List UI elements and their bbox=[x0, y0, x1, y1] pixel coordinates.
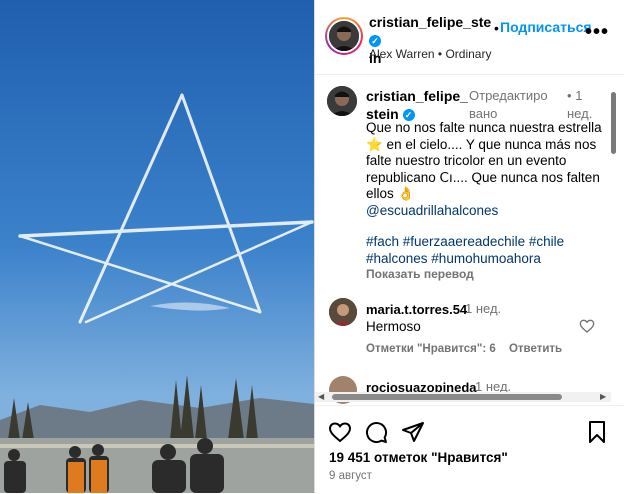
mention-link[interactable]: @escuadrillahalcones bbox=[366, 203, 498, 218]
comment-avatar[interactable] bbox=[329, 298, 357, 326]
comments-scroll-area[interactable]: cristian_felipe_ stein ✓ Отредактиро вано… bbox=[315, 75, 624, 405]
post-actions: 19 451 отметок "Нравится" 9 август bbox=[315, 405, 624, 494]
comment-icon[interactable] bbox=[364, 420, 388, 444]
audio-track[interactable]: Alex Warren • Ordinary bbox=[369, 47, 491, 61]
likes-count[interactable]: 19 451 отметок "Нравится" bbox=[329, 450, 508, 465]
scroll-left-icon[interactable]: ◀ bbox=[318, 392, 324, 401]
more-options-icon[interactable]: ••• bbox=[585, 22, 609, 42]
hashtags[interactable]: #fach #fuerzaaereadechile #chile #halcon… bbox=[366, 234, 616, 267]
share-icon[interactable] bbox=[401, 420, 425, 444]
post-side-panel: cristian_felipe_ste ✓ in • Подписаться •… bbox=[314, 0, 624, 493]
author-avatar[interactable] bbox=[329, 21, 359, 51]
comment-timestamp[interactable]: 1 нед. bbox=[465, 301, 501, 316]
reply-button[interactable]: Ответить bbox=[509, 343, 562, 355]
vertical-scrollbar[interactable] bbox=[611, 92, 616, 154]
show-translation-button[interactable]: Показать перевод bbox=[366, 267, 474, 281]
separator-dot: • bbox=[494, 20, 499, 36]
horizontal-scrollbar-thumb[interactable] bbox=[332, 394, 562, 400]
caption-timestamp[interactable]: • 1 нед. bbox=[567, 87, 607, 123]
caption-author-avatar[interactable] bbox=[327, 86, 357, 116]
comment-username[interactable]: maria.t.torres.54 bbox=[366, 301, 467, 319]
post-date[interactable]: 9 август bbox=[329, 470, 372, 482]
comment-likes-count[interactable]: Отметки "Нравится": 6 bbox=[366, 343, 496, 355]
verified-icon: ✓ bbox=[369, 35, 381, 47]
comment-text: Hermoso bbox=[366, 319, 421, 334]
story-ring[interactable] bbox=[325, 17, 363, 55]
scroll-right-icon[interactable]: ▶ bbox=[600, 392, 606, 401]
post-header: cristian_felipe_ste ✓ in • Подписаться •… bbox=[315, 0, 624, 75]
comment-like-heart-icon[interactable] bbox=[579, 318, 595, 334]
caption-author-username[interactable]: cristian_felipe_ stein ✓ bbox=[366, 87, 468, 123]
bookmark-icon[interactable] bbox=[585, 420, 609, 444]
post-photo[interactable] bbox=[0, 0, 314, 493]
comment-meta: Отметки "Нравится": 6 Ответить bbox=[366, 343, 572, 355]
heart-icon[interactable] bbox=[328, 420, 352, 444]
caption-text: Que no nos falte nunca nuestra estrella … bbox=[366, 120, 602, 218]
follow-button[interactable]: Подписаться bbox=[500, 19, 592, 35]
edited-label: Отредактиро вано bbox=[469, 88, 548, 121]
